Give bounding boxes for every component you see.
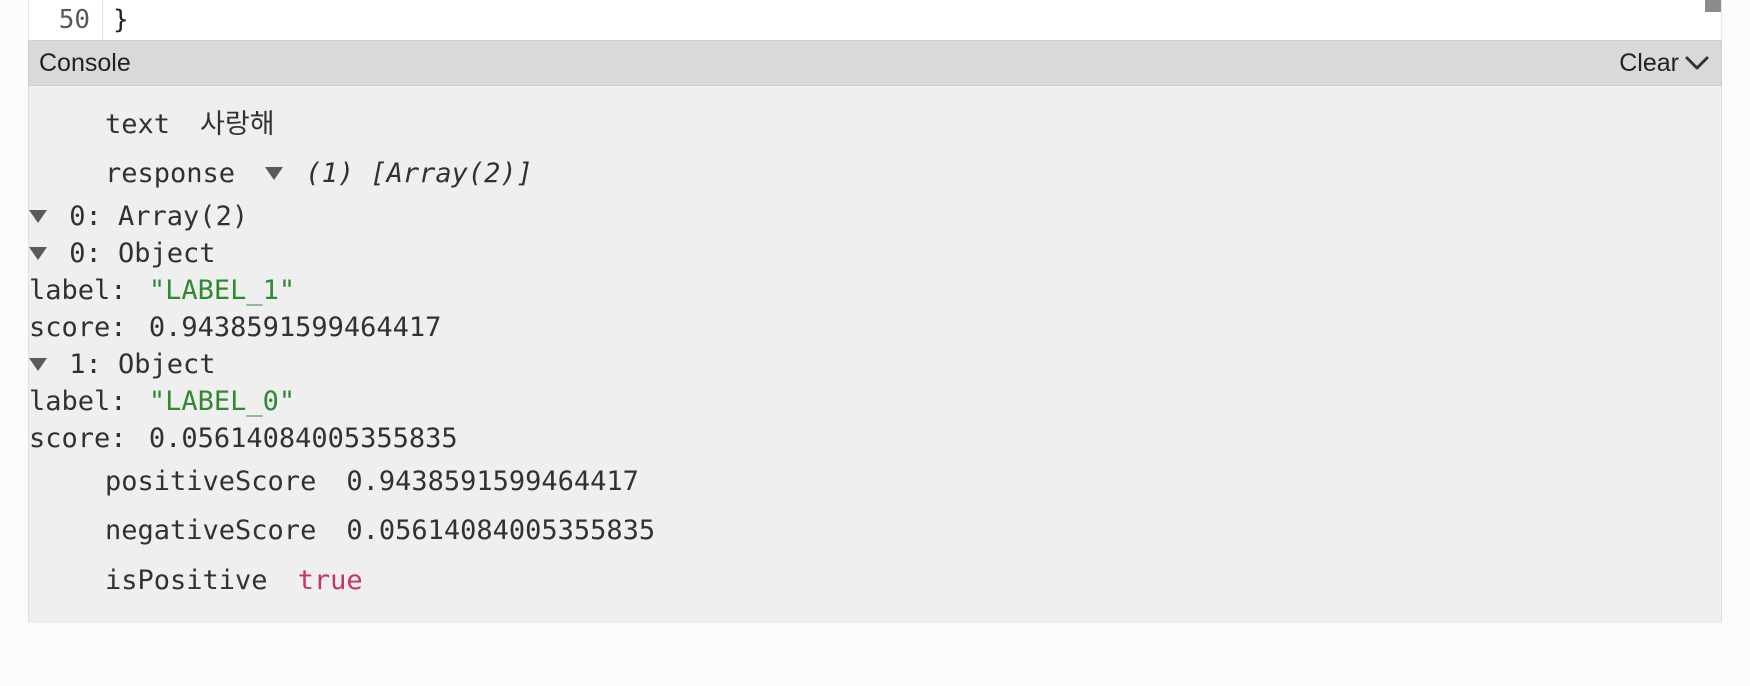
- property-value-string: "LABEL_0": [149, 386, 295, 417]
- log-key: negativeScore: [105, 511, 316, 550]
- disclosure-triangle-icon[interactable]: [265, 167, 283, 180]
- object-property: score: 0.9438591599464417: [29, 309, 1721, 346]
- property-key: score:: [29, 423, 127, 454]
- disclosure-triangle-icon[interactable]: [29, 247, 47, 260]
- log-entry-negative: negativeScore 0.05614084005355835: [29, 506, 1721, 555]
- disclosure-triangle-icon[interactable]: [29, 210, 47, 223]
- log-value: 사랑해: [200, 105, 275, 144]
- property-key: label:: [29, 386, 127, 417]
- log-value-number: 0.9438591599464417: [346, 462, 639, 501]
- log-entry-positive: positiveScore 0.9438591599464417: [29, 457, 1721, 506]
- code-editor[interactable]: 50 }: [28, 0, 1722, 40]
- object-property: label: "LABEL_0": [29, 383, 1721, 420]
- console-title: Console: [39, 49, 131, 78]
- property-value-number: 0.05614084005355835: [149, 423, 458, 454]
- log-key: isPositive: [105, 561, 268, 600]
- code-line[interactable]: 50 }: [29, 0, 1721, 40]
- array-label: 0: Array(2): [69, 201, 248, 232]
- disclosure-triangle-icon[interactable]: [29, 358, 47, 371]
- log-entry-ispositive: isPositive true: [29, 556, 1721, 605]
- object-property: score: 0.05614084005355835: [29, 420, 1721, 457]
- property-value-number: 0.9438591599464417: [149, 312, 442, 343]
- log-key: text: [105, 105, 170, 144]
- property-key: label:: [29, 275, 127, 306]
- clear-button[interactable]: Clear: [1619, 49, 1679, 78]
- array-summary: (1) [Array(2)]: [305, 158, 533, 189]
- object-label: 1: Object: [69, 349, 215, 380]
- object-property: label: "LABEL_1": [29, 272, 1721, 309]
- scrollbar-thumb[interactable]: [1705, 0, 1721, 12]
- log-entry-text: text 사랑해: [29, 100, 1721, 149]
- line-number: 50: [29, 0, 103, 40]
- array-item: 0: Array(2): [29, 198, 1721, 235]
- code-text: }: [103, 5, 129, 35]
- property-key: score:: [29, 312, 127, 343]
- object-label: 0: Object: [69, 238, 215, 269]
- console-header: Console Clear: [28, 40, 1722, 86]
- property-value-string: "LABEL_1": [149, 275, 295, 306]
- log-value-boolean: true: [298, 561, 363, 600]
- object-item: 1: Object: [29, 346, 1721, 383]
- log-entry-response: response (1) [Array(2)]: [29, 149, 1721, 198]
- chevron-down-icon[interactable]: [1685, 56, 1709, 70]
- console-output[interactable]: text 사랑해 response (1) [Array(2)] 0: Arra…: [28, 86, 1722, 623]
- log-key: response: [105, 154, 235, 193]
- object-item: 0: Object: [29, 235, 1721, 272]
- log-key: positiveScore: [105, 462, 316, 501]
- log-value-number: 0.05614084005355835: [346, 511, 655, 550]
